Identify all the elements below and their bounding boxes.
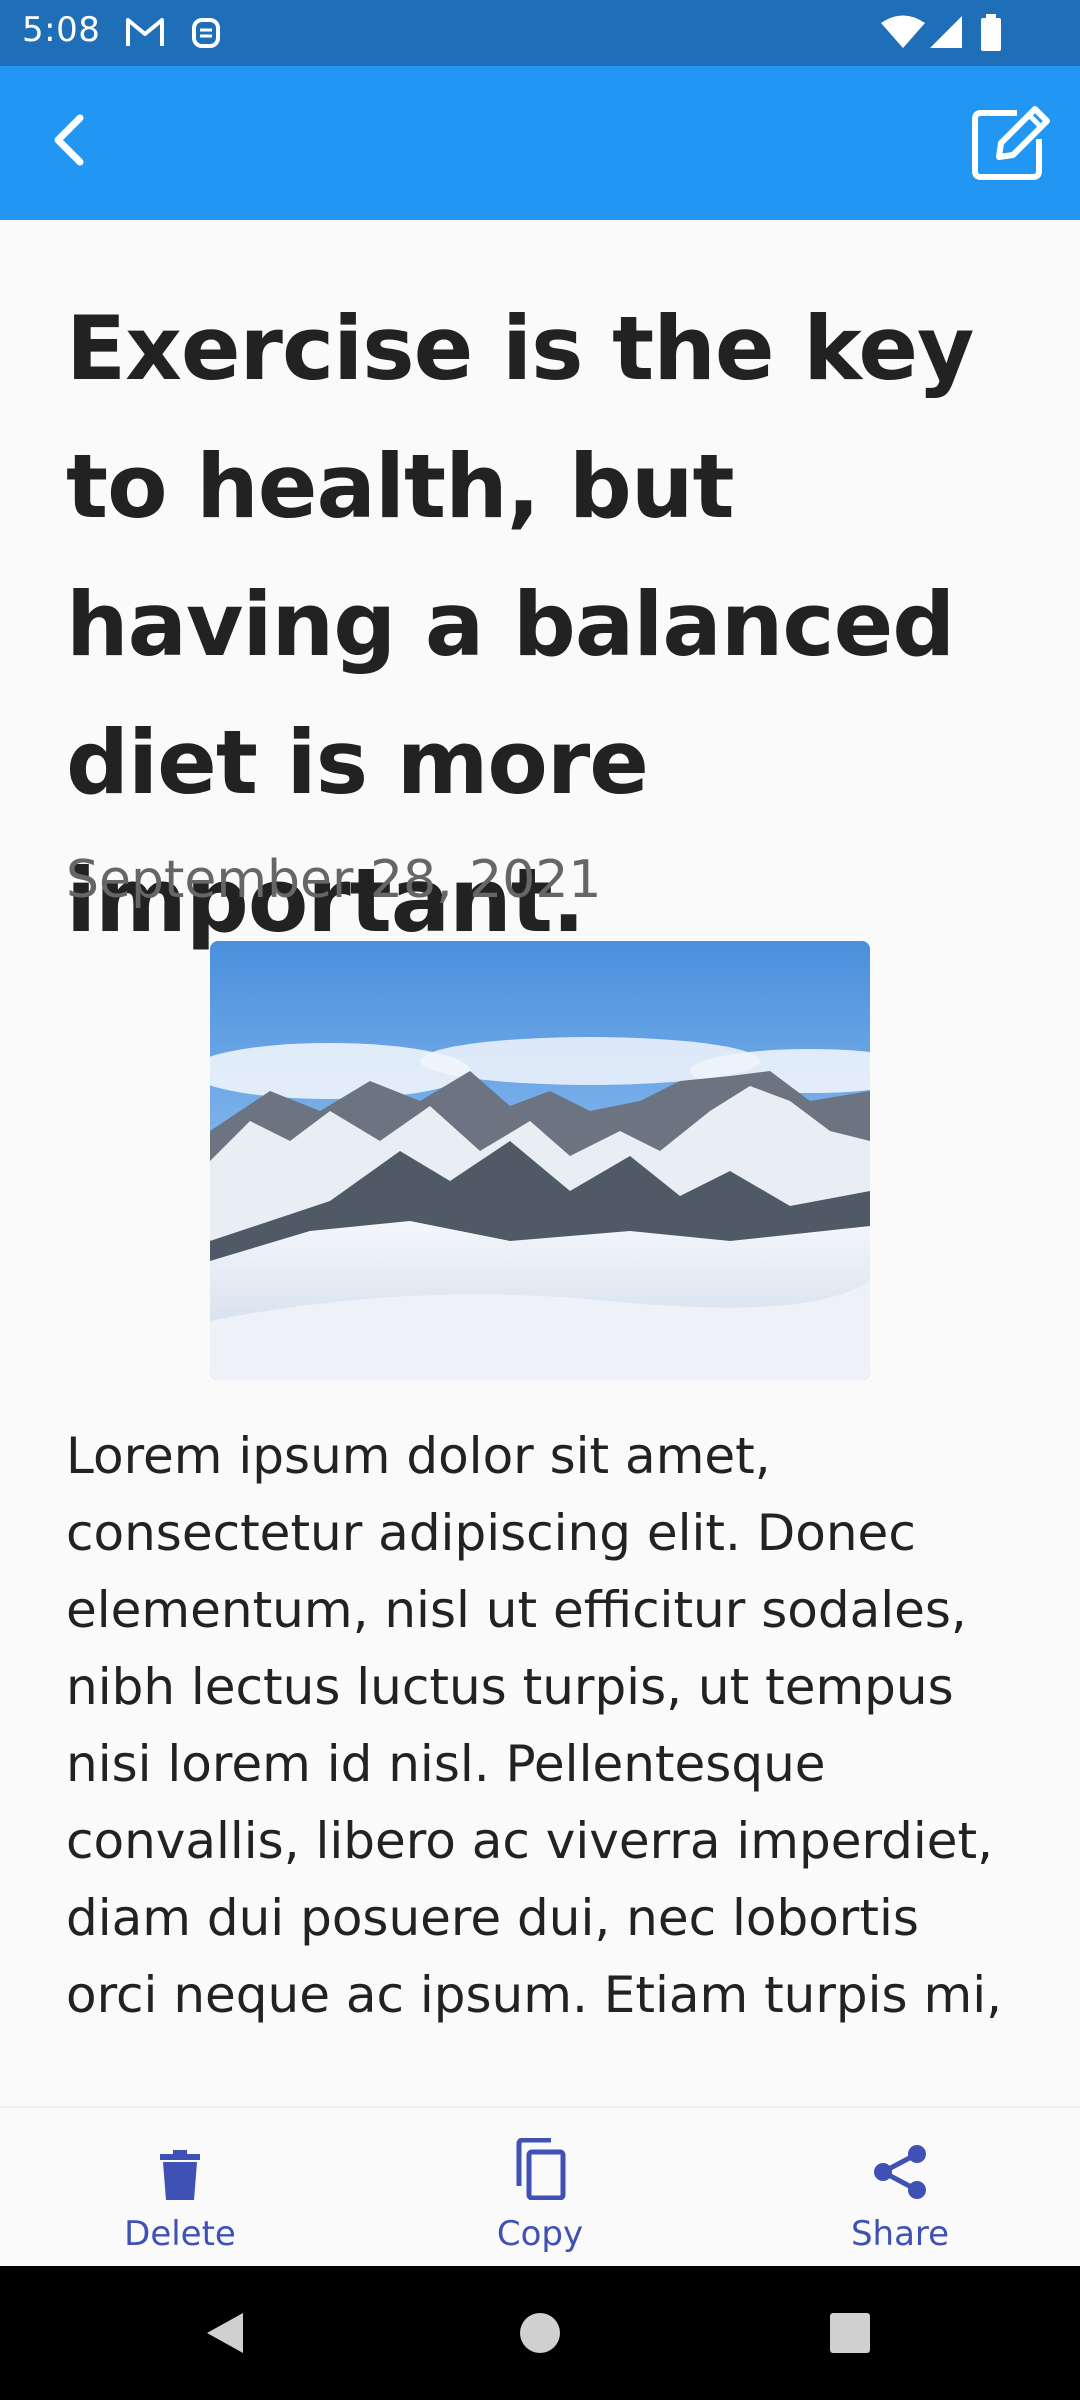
edit-icon bbox=[971, 105, 1051, 185]
edit-button[interactable] bbox=[966, 100, 1056, 190]
battery-icon bbox=[980, 14, 1002, 56]
recents-square-icon bbox=[828, 2311, 872, 2359]
delete-label: Delete bbox=[124, 2214, 236, 2254]
home-circle-icon bbox=[518, 2311, 562, 2359]
share-button[interactable]: Share bbox=[780, 2108, 1020, 2268]
article-body: Lorem ipsum dolor sit amet, consectetur … bbox=[66, 1427, 1002, 2024]
back-button[interactable] bbox=[28, 102, 108, 182]
system-navigation-bar bbox=[0, 2266, 1080, 2400]
wifi-icon bbox=[880, 14, 926, 54]
nav-back-button[interactable] bbox=[190, 2300, 260, 2370]
share-icon bbox=[873, 2134, 927, 2200]
nav-home-button[interactable] bbox=[505, 2300, 575, 2370]
status-bar: 5:08 bbox=[0, 0, 1080, 66]
share-label: Share bbox=[850, 2214, 950, 2254]
nav-recents-button[interactable] bbox=[815, 2300, 885, 2370]
gmail-icon bbox=[124, 14, 166, 54]
snowy-mountains-photo bbox=[210, 941, 870, 1380]
article-image bbox=[210, 941, 870, 1380]
notification-icon bbox=[190, 14, 222, 54]
status-time: 5:08 bbox=[22, 10, 101, 50]
copy-button[interactable]: Copy bbox=[420, 2108, 660, 2268]
chevron-left-icon bbox=[48, 112, 88, 172]
delete-button[interactable]: Delete bbox=[60, 2108, 300, 2268]
app-bar bbox=[0, 66, 1080, 220]
trash-icon bbox=[160, 2134, 200, 2200]
copy-icon bbox=[513, 2134, 567, 2200]
back-triangle-icon bbox=[203, 2309, 247, 2361]
article-date: September 28, 2021 bbox=[66, 850, 602, 910]
bottom-action-bar: Delete Copy Share bbox=[0, 2106, 1080, 2266]
signal-icon bbox=[928, 14, 964, 54]
copy-label: Copy bbox=[496, 2214, 584, 2254]
